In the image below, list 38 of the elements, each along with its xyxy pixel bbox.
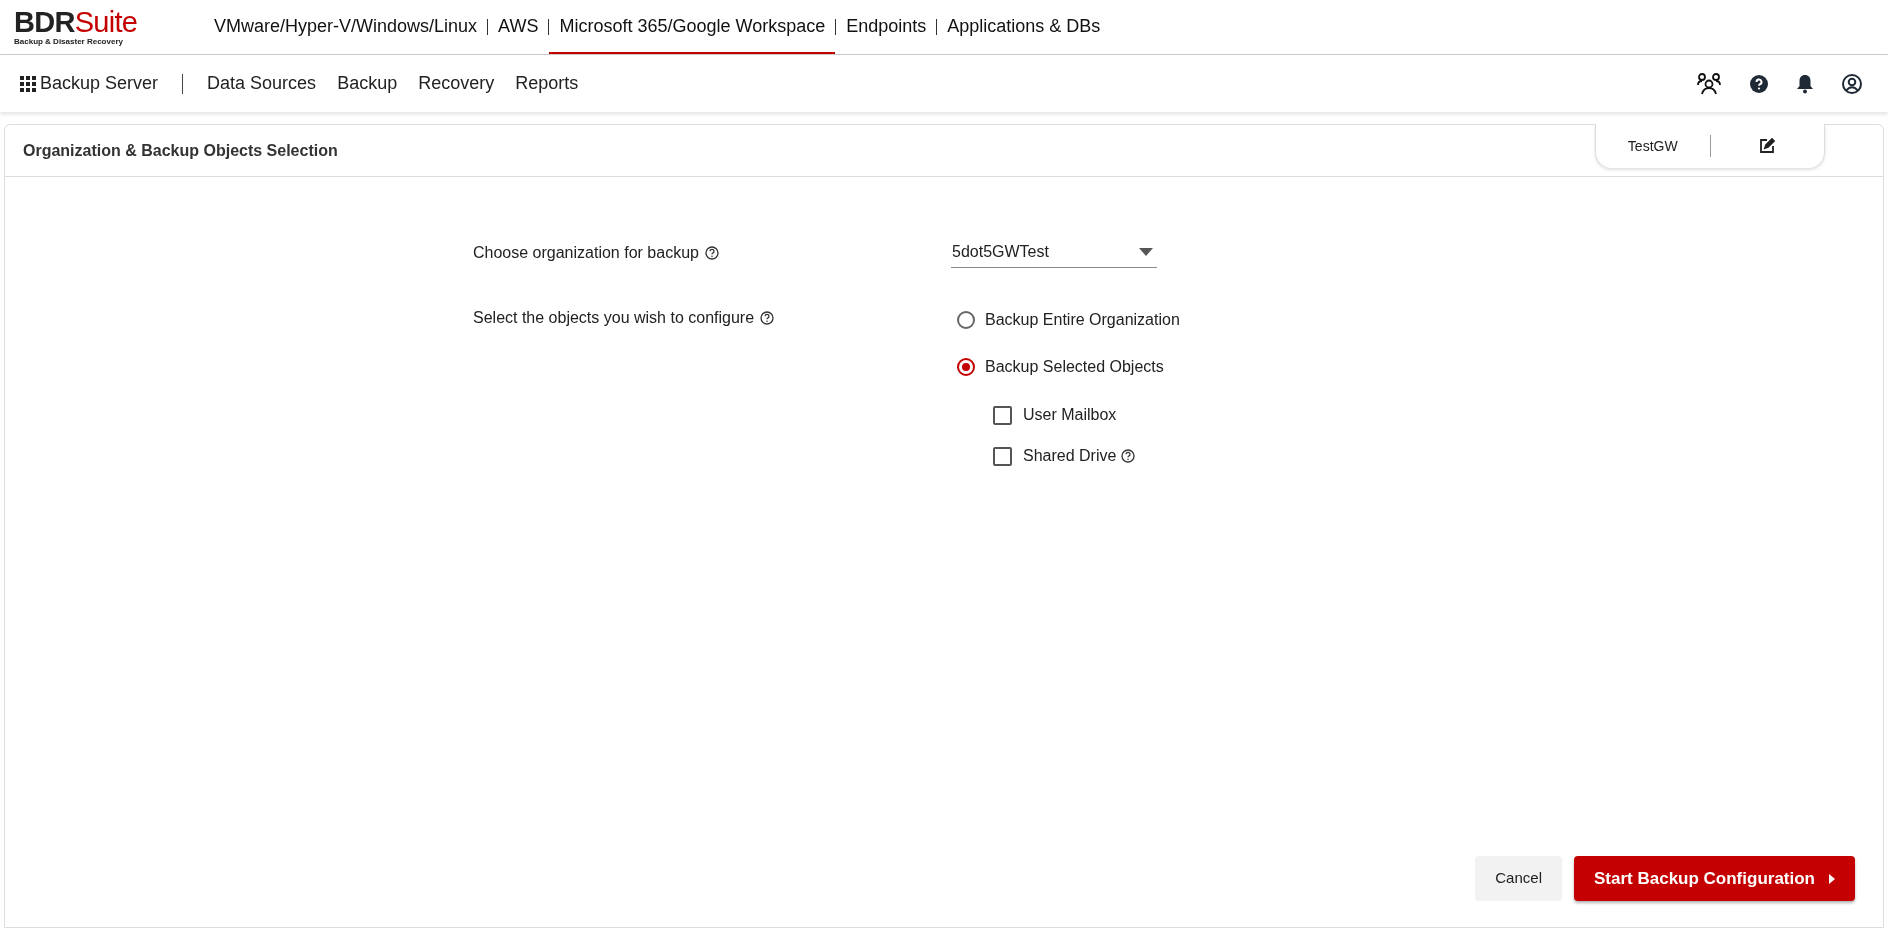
help-icon[interactable] — [1750, 74, 1768, 93]
edit-icon[interactable] — [1759, 138, 1776, 154]
backup-server-link[interactable]: Backup Server — [40, 70, 159, 97]
radio-label[interactable]: Backup Selected Objects — [985, 355, 1164, 379]
cancel-button[interactable]: Cancel — [1475, 856, 1562, 901]
checkbox-label[interactable]: Shared Drive — [1023, 444, 1117, 468]
checkbox[interactable] — [993, 446, 1012, 466]
radio-button[interactable] — [957, 358, 975, 376]
checkbox-label[interactable]: User Mailbox — [1023, 403, 1117, 427]
panel-title: Organization & Backup Objects Selection — [23, 140, 338, 161]
field-label: Choose organization for backup — [473, 242, 699, 263]
nav-link[interactable]: Data Sources — [207, 70, 317, 97]
radio-button[interactable] — [957, 311, 975, 329]
logo-tagline: Backup & Disaster Recovery — [14, 38, 124, 46]
product-tab[interactable]: VMware/Hyper-V/Windows/Linux — [204, 0, 488, 54]
product-tab[interactable]: Microsoft 365/Google Workspace — [549, 0, 836, 54]
field-label: Select the objects you wish to configure — [473, 308, 755, 328]
organization-dropdown[interactable]: 5dot5GWTest — [951, 237, 1157, 268]
help-icon[interactable] — [704, 245, 719, 260]
product-tab[interactable]: Applications & DBs — [937, 0, 1111, 54]
nav-link[interactable]: Backup — [337, 70, 398, 97]
start-backup-configuration-button[interactable]: Start Backup Configuration — [1574, 856, 1855, 901]
help-icon[interactable] — [1121, 449, 1136, 463]
caret-icon — [1139, 248, 1153, 256]
logo-text: BDRSuite — [14, 8, 139, 37]
checkbox[interactable] — [993, 405, 1012, 425]
apps-grid-icon[interactable] — [20, 75, 36, 92]
job-name: TestGW — [1626, 136, 1679, 156]
user-account-icon[interactable] — [1842, 73, 1862, 94]
caret-icon — [1829, 873, 1835, 884]
nav-link[interactable]: Recovery — [418, 70, 495, 97]
radio-label[interactable]: Backup Entire Organization — [985, 308, 1180, 332]
bell-icon[interactable] — [1796, 73, 1814, 94]
help-icon[interactable] — [760, 311, 775, 325]
nav-link[interactable]: Reports — [515, 70, 579, 97]
users-group-icon[interactable] — [1696, 71, 1722, 96]
product-tab[interactable]: AWS — [488, 0, 549, 54]
product-tab[interactable]: Endpoints — [836, 0, 937, 54]
